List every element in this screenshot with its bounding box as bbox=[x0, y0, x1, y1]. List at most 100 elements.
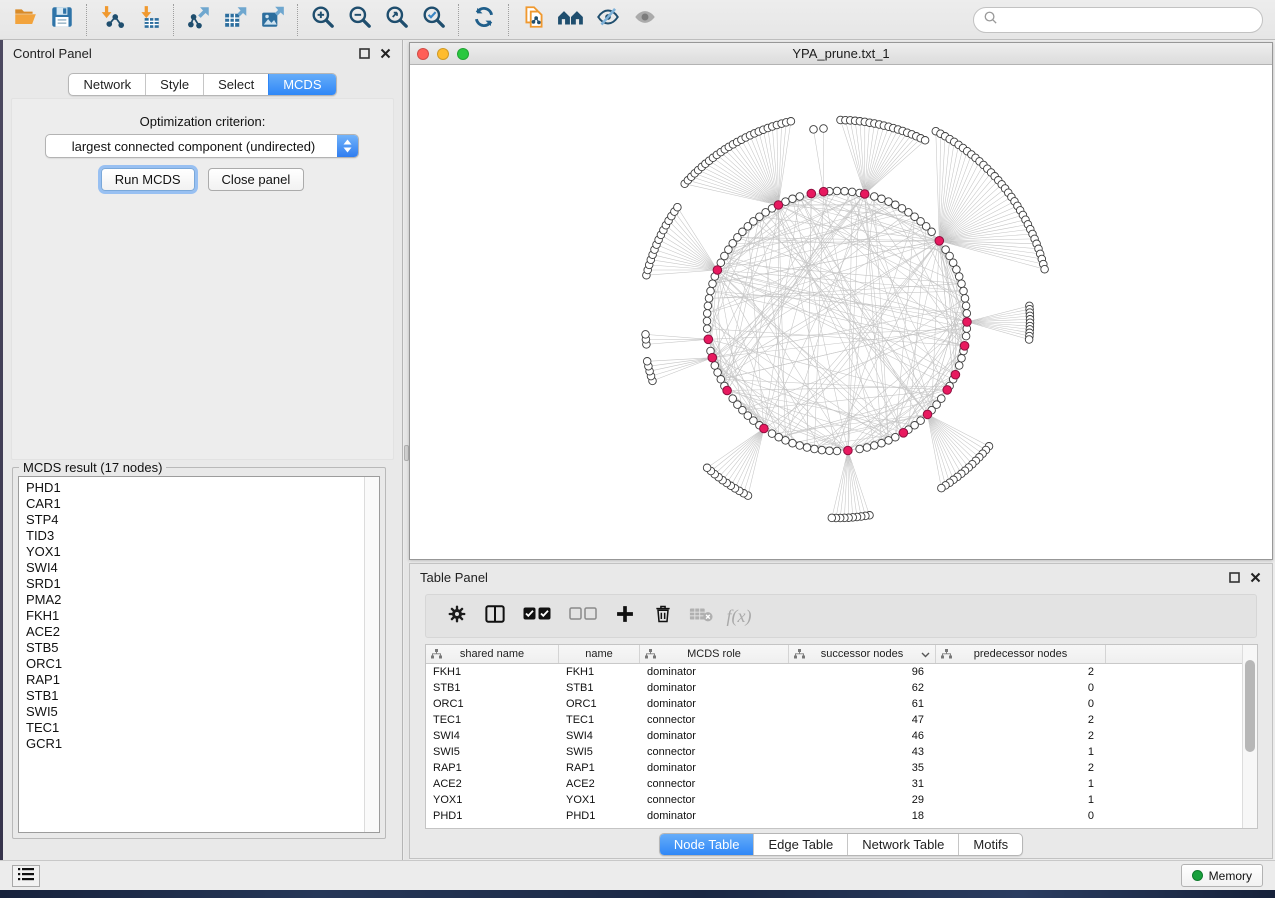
table-row[interactable]: SWI5SWI5connector431 bbox=[426, 744, 1242, 760]
tab-node-table[interactable]: Node Table bbox=[660, 834, 754, 855]
refresh-button[interactable] bbox=[465, 3, 502, 37]
table-row[interactable]: STB1STB1dominator620 bbox=[426, 680, 1242, 696]
export-network-button[interactable] bbox=[180, 3, 217, 37]
column-header-successor-nodes[interactable]: successor nodes bbox=[789, 645, 936, 663]
first-neighbors-button[interactable] bbox=[552, 3, 589, 37]
close-icon[interactable] bbox=[1248, 570, 1262, 584]
result-item[interactable]: PHD1 bbox=[26, 480, 364, 496]
table-row[interactable]: ACE2ACE2connector311 bbox=[426, 776, 1242, 792]
result-item[interactable]: SWI5 bbox=[26, 704, 364, 720]
table-row[interactable]: SWI4SWI4dominator462 bbox=[426, 728, 1242, 744]
table-row[interactable]: ORC1ORC1dominator610 bbox=[426, 696, 1242, 712]
result-item[interactable]: ORC1 bbox=[26, 656, 364, 672]
control-panel-title: Control Panel bbox=[13, 46, 92, 61]
result-item[interactable]: STB5 bbox=[26, 640, 364, 656]
tab-network[interactable]: Network bbox=[69, 74, 145, 95]
result-item[interactable]: TEC1 bbox=[26, 720, 364, 736]
result-item[interactable]: CAR1 bbox=[26, 496, 364, 512]
export-image-button[interactable] bbox=[254, 3, 291, 37]
split-view-button[interactable] bbox=[476, 598, 514, 634]
table-cell: 31 bbox=[789, 778, 936, 790]
delete-table-button[interactable] bbox=[682, 598, 720, 634]
float-icon[interactable] bbox=[1227, 570, 1241, 584]
table-row[interactable]: FKH1FKH1dominator962 bbox=[426, 664, 1242, 680]
table-row[interactable]: YOX1YOX1connector291 bbox=[426, 792, 1242, 808]
zoom-in-icon bbox=[310, 4, 336, 35]
zoom-selected-button[interactable] bbox=[415, 3, 452, 37]
zoom-fit-button[interactable] bbox=[378, 3, 415, 37]
table-scrollbar[interactable] bbox=[1242, 645, 1257, 828]
network-window-titlebar[interactable]: YPA_prune.txt_1 bbox=[410, 43, 1272, 65]
result-item[interactable]: PMA2 bbox=[26, 592, 364, 608]
table-cell: STB1 bbox=[426, 682, 559, 694]
result-item[interactable]: STP4 bbox=[26, 512, 364, 528]
show-all-button[interactable] bbox=[626, 3, 663, 37]
close-icon[interactable] bbox=[378, 46, 392, 60]
result-item[interactable]: STB1 bbox=[26, 688, 364, 704]
tab-select[interactable]: Select bbox=[203, 74, 268, 95]
column-header-shared-name[interactable]: shared name bbox=[426, 645, 559, 663]
optimization-criterion-dropdown[interactable]: largest connected component (undirected) bbox=[45, 134, 359, 158]
tab-mcds[interactable]: MCDS bbox=[268, 74, 335, 95]
table-cell: 61 bbox=[789, 698, 936, 710]
result-item[interactable]: RAP1 bbox=[26, 672, 364, 688]
table-cell: ORC1 bbox=[559, 698, 640, 710]
copy-network-button[interactable] bbox=[515, 3, 552, 37]
table-cell: 0 bbox=[936, 682, 1106, 694]
table-cell: 0 bbox=[936, 698, 1106, 710]
zoom-in-button[interactable] bbox=[304, 3, 341, 37]
result-item[interactable]: FKH1 bbox=[26, 608, 364, 624]
close-panel-button[interactable]: Close panel bbox=[208, 168, 305, 191]
import-network-button[interactable] bbox=[93, 3, 130, 37]
hide-selected-button[interactable] bbox=[589, 3, 626, 37]
task-history-button[interactable] bbox=[12, 865, 40, 887]
add-column-button[interactable] bbox=[606, 598, 644, 634]
gear-button[interactable] bbox=[438, 598, 476, 634]
run-mcds-button[interactable]: Run MCDS bbox=[101, 168, 195, 191]
tab-edge-table[interactable]: Edge Table bbox=[753, 834, 847, 855]
task-history-icon bbox=[18, 867, 34, 886]
table-row[interactable]: PHD1PHD1dominator180 bbox=[426, 808, 1242, 824]
table-cell: FKH1 bbox=[559, 666, 640, 678]
result-item[interactable]: GCR1 bbox=[26, 736, 364, 752]
table-cell: 29 bbox=[789, 794, 936, 806]
tab-motifs[interactable]: Motifs bbox=[958, 834, 1022, 855]
search-field[interactable] bbox=[973, 7, 1263, 33]
tab-style[interactable]: Style bbox=[145, 74, 203, 95]
export-table-button[interactable] bbox=[217, 3, 254, 37]
tab-network-table[interactable]: Network Table bbox=[847, 834, 958, 855]
result-item[interactable]: SRD1 bbox=[26, 576, 364, 592]
result-item[interactable]: SWI4 bbox=[26, 560, 364, 576]
result-item[interactable]: YOX1 bbox=[26, 544, 364, 560]
control-panel: Control Panel NetworkStyleSelectMCDS Opt… bbox=[3, 40, 403, 862]
import-table-button[interactable] bbox=[130, 3, 167, 37]
save-session-button[interactable] bbox=[43, 3, 80, 37]
split-view-icon bbox=[484, 604, 506, 629]
network-canvas[interactable] bbox=[410, 65, 1272, 559]
select-all-button[interactable] bbox=[514, 598, 560, 634]
column-header-name[interactable]: name bbox=[559, 645, 640, 663]
function-builder-button[interactable]: f(x) bbox=[720, 598, 758, 634]
result-item[interactable]: TID3 bbox=[26, 528, 364, 544]
zoom-out-icon bbox=[347, 4, 373, 35]
result-list-scrollbar[interactable] bbox=[364, 477, 379, 832]
table-scrollbar-thumb[interactable] bbox=[1245, 660, 1255, 752]
float-icon[interactable] bbox=[357, 46, 371, 60]
delete-column-button[interactable] bbox=[644, 598, 682, 634]
status-bar: Memory bbox=[0, 860, 1275, 890]
table-row[interactable]: TEC1TEC1connector472 bbox=[426, 712, 1242, 728]
memory-button[interactable]: Memory bbox=[1181, 864, 1263, 887]
zoom-out-button[interactable] bbox=[341, 3, 378, 37]
table-cell: 35 bbox=[789, 762, 936, 774]
open-file-button[interactable] bbox=[6, 3, 43, 37]
table-row[interactable]: RAP1RAP1dominator352 bbox=[426, 760, 1242, 776]
column-header-MCDS-role[interactable]: MCDS role bbox=[640, 645, 789, 663]
search-input[interactable] bbox=[1003, 13, 1253, 27]
toolbar-separator bbox=[508, 4, 509, 36]
table-cell: connector bbox=[640, 714, 789, 726]
deselect-all-button[interactable] bbox=[560, 598, 606, 634]
mcds-result-list[interactable]: PHD1CAR1STP4TID3YOX1SWI4SRD1PMA2FKH1ACE2… bbox=[19, 477, 364, 832]
column-header-predecessor-nodes[interactable]: predecessor nodes bbox=[936, 645, 1106, 663]
hide-selected-icon bbox=[595, 4, 621, 35]
result-item[interactable]: ACE2 bbox=[26, 624, 364, 640]
